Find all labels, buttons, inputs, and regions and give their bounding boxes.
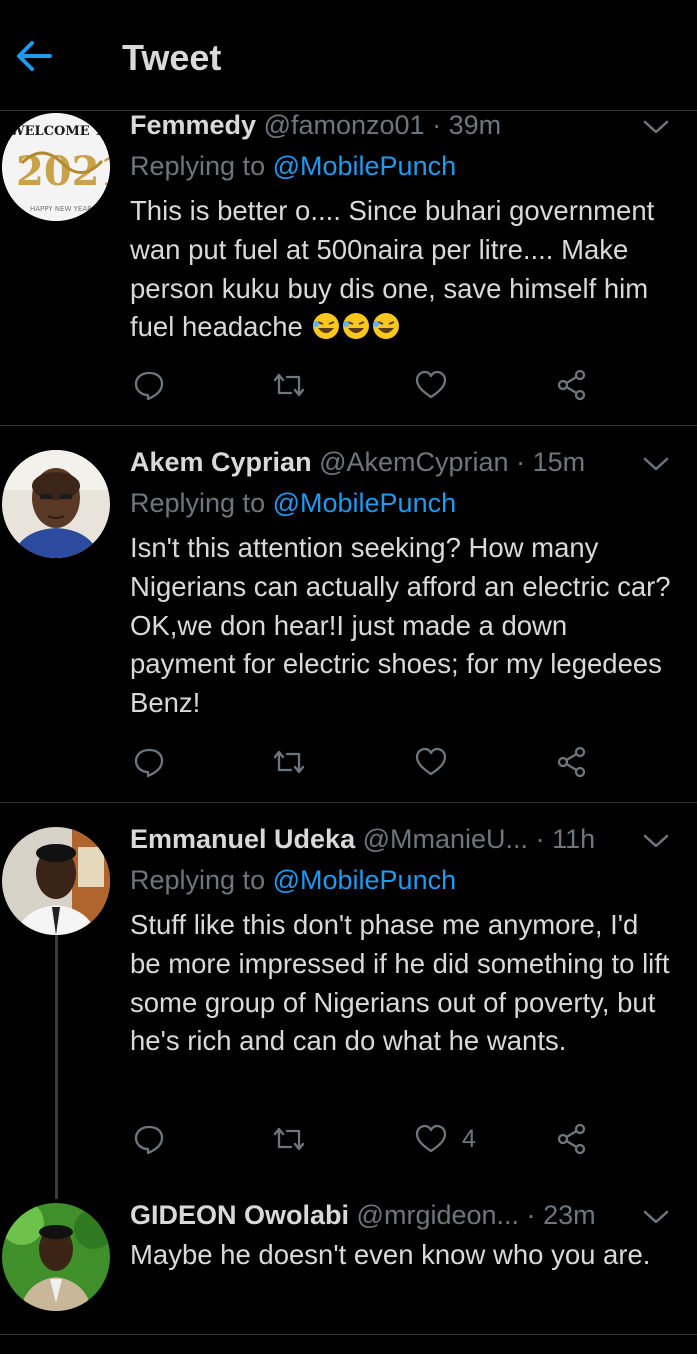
avatar[interactable] [2, 827, 110, 935]
author-name[interactable]: GIDEON Owolabi [130, 1200, 349, 1230]
heart-icon [415, 370, 447, 399]
share-icon [557, 746, 586, 778]
author-handle[interactable]: @MmanieU... [363, 824, 528, 854]
replying-to: Replying to @MobilePunch [130, 149, 456, 183]
share-button[interactable] [555, 365, 589, 405]
tweet-meta: Femmedy @famonzo01 · 39m [130, 108, 619, 142]
tweet-akem-cyprian[interactable]: Akem Cyprian @AkemCyprian · 15m Replying… [0, 426, 697, 803]
share-button[interactable] [555, 1119, 589, 1159]
retweet-button[interactable] [272, 1119, 306, 1159]
laughing-emoji-icon [310, 311, 400, 342]
share-icon [557, 1123, 586, 1155]
chevron-down-icon[interactable] [641, 117, 671, 137]
top-bar: Tweet [0, 0, 697, 111]
retweet-icon [273, 1127, 305, 1151]
author-handle[interactable]: @AkemCyprian [319, 447, 508, 477]
chevron-down-icon[interactable] [641, 454, 671, 474]
reply-button[interactable] [132, 1119, 166, 1159]
page-title: Tweet [122, 37, 222, 78]
reply-icon [134, 748, 164, 778]
chevron-down-icon[interactable] [641, 1207, 671, 1227]
share-icon [557, 369, 586, 401]
mention-link[interactable]: @MobilePunch [273, 151, 457, 181]
chevron-down-icon[interactable] [641, 831, 671, 851]
tweet-emmanuel-udeka[interactable]: Emmanuel Udeka @MmanieU... · 11h Replyin… [0, 803, 697, 1199]
svg-text:WELCOME TO: WELCOME TO [9, 124, 110, 139]
tweet-meta: Akem Cyprian @AkemCyprian · 15m [130, 445, 619, 479]
tweet-text: Stuff like this don't phase me anymore, … [130, 909, 670, 1057]
heart-icon [415, 1124, 447, 1153]
avatar[interactable] [2, 1203, 110, 1311]
back-arrow-icon[interactable] [14, 36, 54, 76]
reply-button[interactable] [132, 365, 166, 405]
author-name[interactable]: Akem Cyprian [130, 447, 312, 477]
share-button[interactable] [555, 742, 589, 782]
mention-link[interactable]: @MobilePunch [273, 488, 457, 518]
tweet-actions [130, 365, 610, 405]
like-button[interactable] [414, 742, 462, 782]
mention-link[interactable]: @MobilePunch [273, 865, 457, 895]
like-button[interactable] [414, 365, 462, 405]
tweet-meta: Emmanuel Udeka @MmanieU... · 11h [130, 822, 619, 856]
timestamp[interactable]: 39m [449, 110, 502, 140]
replying-prefix: Replying to [130, 865, 273, 895]
tweet-text: This is better o.... Since buhari govern… [130, 192, 675, 347]
svg-text:HAPPY NEW YEAR: HAPPY NEW YEAR [30, 205, 92, 213]
retweet-icon [273, 373, 305, 397]
tweet-actions [130, 742, 610, 782]
author-name[interactable]: Femmedy [130, 110, 256, 140]
timestamp[interactable]: 23m [543, 1200, 596, 1230]
tweet-gideon-owolabi[interactable]: GIDEON Owolabi @mrgideon... · 23m Maybe … [0, 1179, 697, 1335]
timestamp[interactable]: 15m [533, 447, 586, 477]
tweet-femmedy[interactable]: WELCOME TO 2021 HAPPY NEW YEAR Femmedy @… [0, 108, 697, 426]
timestamp[interactable]: 11h [552, 824, 595, 854]
separator: · [526, 1200, 536, 1230]
reply-button[interactable] [132, 742, 166, 782]
avatar[interactable] [2, 450, 110, 558]
retweet-button[interactable] [272, 365, 306, 405]
author-name[interactable]: Emmanuel Udeka [130, 824, 355, 854]
author-handle[interactable]: @famonzo01 [264, 110, 425, 140]
tweet-actions: 4 [130, 1119, 610, 1159]
tweet-meta: GIDEON Owolabi @mrgideon... · 23m [130, 1198, 619, 1232]
replying-to: Replying to @MobilePunch [130, 486, 456, 520]
retweet-button[interactable] [272, 742, 306, 782]
thread-connector [55, 935, 58, 1199]
author-handle[interactable]: @mrgideon... [357, 1200, 519, 1230]
replying-to: Replying to @MobilePunch [130, 863, 456, 897]
like-count: 4 [462, 1124, 476, 1153]
retweet-icon [273, 750, 305, 774]
replying-prefix: Replying to [130, 151, 273, 181]
separator: · [535, 824, 545, 854]
tweet-text: Isn't this attention seeking? How many N… [130, 532, 671, 719]
reply-icon [134, 1125, 164, 1155]
replying-prefix: Replying to [130, 488, 273, 518]
reply-icon [134, 371, 164, 401]
separator: · [516, 447, 526, 477]
like-button[interactable]: 4 [414, 1119, 476, 1159]
separator: · [432, 110, 442, 140]
avatar[interactable]: WELCOME TO 2021 HAPPY NEW YEAR [2, 113, 110, 221]
tweet-text: Maybe he doesn't even know who you are. [130, 1239, 651, 1270]
heart-icon [415, 747, 447, 776]
